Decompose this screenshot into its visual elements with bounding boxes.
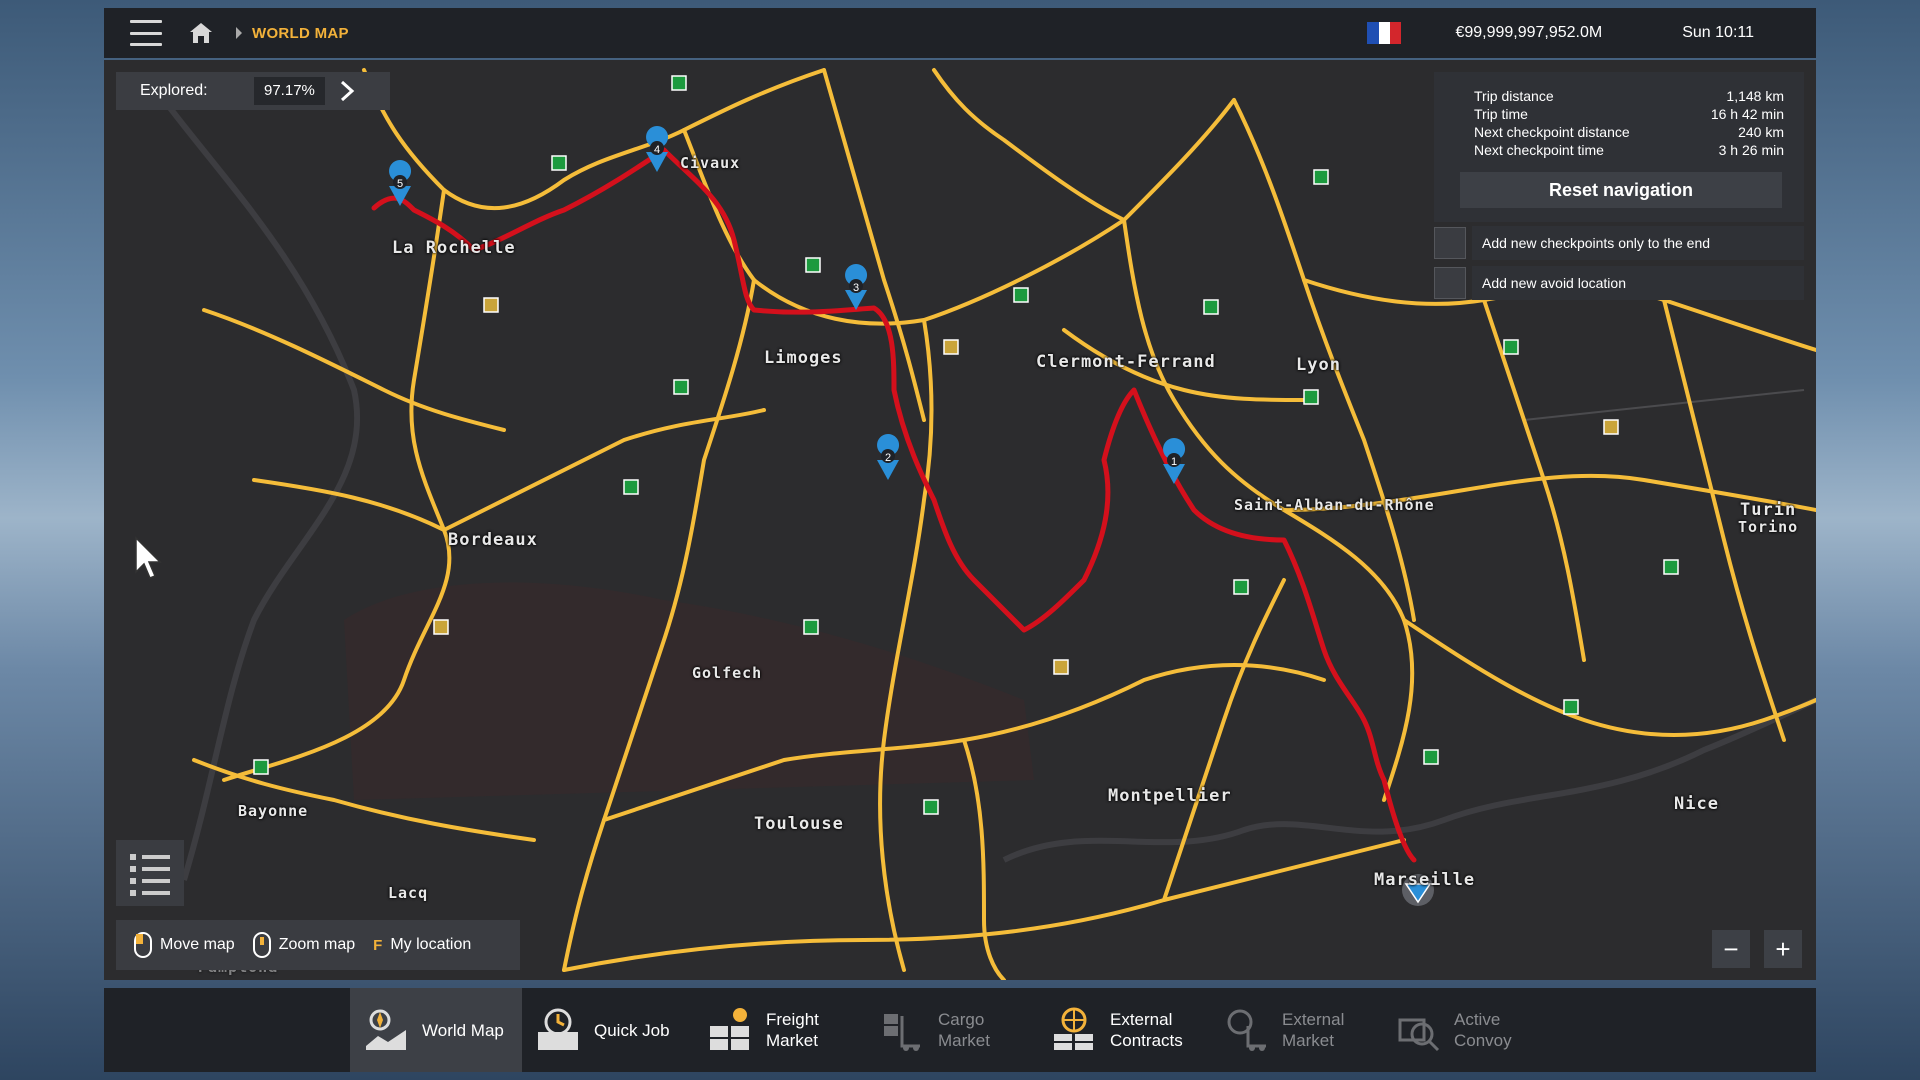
navigation-info-panel: Trip distance 1,148 km Trip time 16 h 42… [1434,72,1804,222]
external-market-icon [1227,1009,1266,1051]
tab-external-contracts-line2: Contracts [1110,1031,1183,1050]
tab-active-convoy[interactable]: Active Convoy [1382,988,1554,1072]
checkpoint-pin-3[interactable]: 3 [845,264,868,310]
next-checkpoint-time-row: Next checkpoint time 3 h 26 min [1474,142,1784,158]
tab-freight-market-line2: Market [766,1031,818,1050]
city-bayonne[interactable]: Bayonne [238,802,308,820]
menu-icon[interactable] [130,20,162,46]
trip-distance-value: 1,148 km [1726,88,1784,104]
option-checkpoints-end[interactable]: Add new checkpoints only to the end [1434,226,1804,260]
option-checkpoints-end-label: Add new checkpoints only to the end [1472,226,1804,260]
hint-move-map: Move map [134,932,235,958]
explored-label: Explored: [140,82,208,99]
city-turin[interactable]: Turin [1740,500,1796,520]
tab-quick-job[interactable]: Quick Job [522,988,694,1072]
tab-world-map[interactable]: World Map [350,988,522,1072]
bottom-tab-bar: World Map Quick Job Freight Market Cargo… [104,988,1816,1072]
city-clermont-ferrand[interactable]: Clermont-Ferrand [1036,352,1216,372]
tab-world-map-label: World Map [422,1020,504,1040]
tab-quick-job-label: Quick Job [594,1020,670,1040]
tab-cargo-market[interactable]: Cargo Market [866,988,1038,1072]
external-contracts-icon [1054,1007,1093,1050]
zoom-out-button[interactable]: − [1712,930,1750,968]
option-avoid-location-label: Add new avoid location [1472,266,1804,300]
city-marseille[interactable]: Marseille [1374,870,1475,890]
checkpoint-label-5: 5 [397,178,403,190]
mouse-wheel-icon [252,932,271,958]
option-avoid-location[interactable]: Add new avoid location [1434,266,1804,300]
city-limoges[interactable]: Limoges [764,348,843,368]
next-checkpoint-time-label: Next checkpoint time [1474,142,1604,158]
city-nice[interactable]: Nice [1674,794,1719,814]
hint-location-key: F [373,936,383,954]
chevron-right-icon[interactable] [339,80,355,102]
money-display: €99,999,997,952.0M [1455,24,1603,41]
checkpoint-label-4: 4 [654,144,660,156]
next-checkpoint-time-value: 3 h 26 min [1718,142,1784,158]
game-time: Sun 10:11 [1682,24,1754,41]
tab-cargo-market-line2: Market [938,1031,990,1050]
mouse-cursor-icon [135,536,162,579]
freight-market-icon [710,1008,749,1050]
hint-my-location: F My location [373,936,471,954]
city-montpellier[interactable]: Montpellier [1108,786,1232,806]
trip-time-row: Trip time 16 h 42 min [1474,106,1784,122]
checkpoint-label-2: 2 [885,452,891,464]
hint-zoom-label: Zoom map [278,936,356,953]
tab-active-convoy-line1: Active [1454,1010,1501,1029]
zoom-in-button[interactable]: + [1764,930,1802,968]
tab-external-market-line1: External [1282,1010,1345,1029]
tab-external-contracts[interactable]: External Contracts [1038,988,1210,1072]
city-torino: Torino [1738,518,1799,536]
checkbox-avoid-location[interactable] [1434,267,1466,299]
city-toulouse[interactable]: Toulouse [754,814,844,834]
tab-freight-market[interactable]: Freight Market [694,988,866,1072]
trip-time-value: 16 h 42 min [1710,106,1784,122]
cargo-market-icon [884,1014,920,1051]
tab-external-contracts-line1: External [1110,1010,1173,1029]
mouse-icon [134,932,152,958]
checkbox-checkpoints-end[interactable] [1434,227,1466,259]
hint-location-label: My location [390,936,472,953]
legend-button[interactable] [116,840,184,906]
checkpoint-label-3: 3 [853,282,859,294]
checkpoint-label-1: 1 [1171,456,1177,468]
home-icon[interactable] [188,21,214,45]
next-checkpoint-distance-value: 240 km [1738,124,1784,140]
explored-value: 97.17% [254,77,325,105]
next-checkpoint-distance-row: Next checkpoint distance 240 km [1474,124,1784,140]
reset-navigation-button[interactable]: Reset navigation [1460,172,1782,208]
hint-move-label: Move map [160,936,235,953]
top-bar: WORLD MAP €99,999,997,952.0M Sun 10:11 [104,8,1816,58]
explored-panel: Explored: 97.17% [116,72,390,110]
app-window: WORLD MAP €99,999,997,952.0M Sun 10:11 1… [104,8,1816,1072]
city-la-rochelle[interactable]: La Rochelle [392,238,516,258]
trip-distance-label: Trip distance [1474,88,1554,104]
trip-distance-row: Trip distance 1,148 km [1474,88,1784,104]
trip-time-label: Trip time [1474,106,1528,122]
tab-active-convoy-line2: Convoy [1454,1031,1512,1050]
city-lacq[interactable]: Lacq [388,884,428,902]
tab-external-market-line2: Market [1282,1031,1334,1050]
legend-list-icon [130,854,170,896]
breadcrumb[interactable]: WORLD MAP [252,25,349,42]
hint-zoom-map: Zoom map [252,932,356,958]
city-golfech[interactable]: Golfech [692,664,762,682]
city-saint-alban[interactable]: Saint-Alban-du-Rhône [1234,496,1435,514]
next-checkpoint-distance-label: Next checkpoint distance [1474,124,1630,140]
tab-external-market[interactable]: External Market [1210,988,1382,1072]
checkpoint-pin-2[interactable]: 2 [877,434,900,480]
tab-cargo-market-line1: Cargo [938,1010,985,1029]
control-hints: Move map Zoom map F My location [116,920,520,970]
france-flag-icon [1367,22,1402,44]
world-map[interactable]: 1 2 3 4 5 La Rochelle Civaux Limoges Cle… [104,60,1816,980]
active-convoy-icon [1398,1018,1440,1052]
quick-job-icon [538,1008,578,1050]
chevron-right-icon [236,27,242,39]
tab-freight-market-line1: Freight [766,1010,819,1029]
city-civaux[interactable]: Civaux [680,154,740,172]
world-map-icon [366,1009,406,1050]
city-bordeaux[interactable]: Bordeaux [448,530,538,550]
city-lyon[interactable]: Lyon [1296,355,1341,375]
